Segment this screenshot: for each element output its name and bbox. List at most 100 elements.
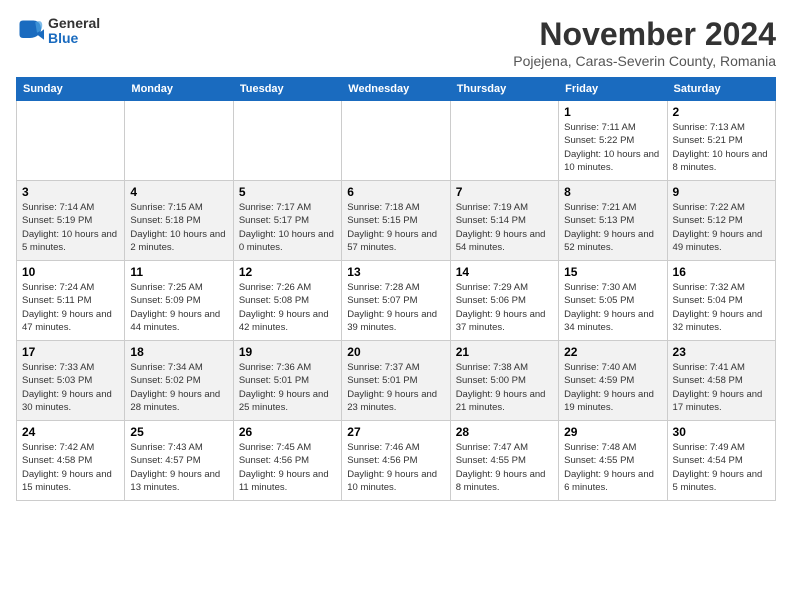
week-row-2: 3Sunrise: 7:14 AM Sunset: 5:19 PM Daylig… bbox=[17, 181, 776, 261]
day-number: 12 bbox=[239, 265, 336, 279]
day-info: Sunrise: 7:13 AM Sunset: 5:21 PM Dayligh… bbox=[673, 121, 770, 174]
day-number: 4 bbox=[130, 185, 227, 199]
header-day-friday: Friday bbox=[559, 78, 667, 101]
day-cell: 1Sunrise: 7:11 AM Sunset: 5:22 PM Daylig… bbox=[559, 101, 667, 181]
day-cell: 27Sunrise: 7:46 AM Sunset: 4:56 PM Dayli… bbox=[342, 421, 450, 501]
day-info: Sunrise: 7:36 AM Sunset: 5:01 PM Dayligh… bbox=[239, 361, 336, 414]
day-cell: 30 Sunrise: 7:49 AM Sunset: 4:54 PM Dayli… bbox=[667, 421, 775, 501]
title-area: November 2024 Pojejena, Caras-Severin Co… bbox=[513, 16, 776, 69]
day-info: Sunrise: 7:47 AM Sunset: 4:55 PM Dayligh… bbox=[456, 441, 553, 494]
day-number: 11 bbox=[130, 265, 227, 279]
day-number: 1 bbox=[564, 105, 661, 119]
day-cell: 15Sunrise: 7:30 AM Sunset: 5:05 PM Dayli… bbox=[559, 261, 667, 341]
header-day-tuesday: Tuesday bbox=[233, 78, 341, 101]
day-info: Sunrise: 7:28 AM Sunset: 5:07 PM Dayligh… bbox=[347, 281, 444, 334]
day-number: 26 bbox=[239, 425, 336, 439]
day-info: Sunrise: 7:21 AM Sunset: 5:13 PM Dayligh… bbox=[564, 201, 661, 254]
week-row-5: 24 Sunrise: 7:42 AM Sunset: 4:58 PM Dayli… bbox=[17, 421, 776, 501]
day-number: 9 bbox=[673, 185, 770, 199]
day-cell: 24 Sunrise: 7:42 AM Sunset: 4:58 PM Dayli… bbox=[17, 421, 125, 501]
location-subtitle: Pojejena, Caras-Severin County, Romania bbox=[513, 53, 776, 69]
week-row-3: 10 Sunrise: 7:24 AM Sunset: 5:11 PM Dayli… bbox=[17, 261, 776, 341]
header-day-monday: Monday bbox=[125, 78, 233, 101]
day-cell: 6 Sunrise: 7:18 AM Sunset: 5:15 PM Daylig… bbox=[342, 181, 450, 261]
day-info: Sunrise: 7:18 AM Sunset: 5:15 PM Dayligh… bbox=[347, 201, 444, 254]
day-number: 27 bbox=[347, 425, 444, 439]
header-day-wednesday: Wednesday bbox=[342, 78, 450, 101]
day-cell: 16 Sunrise: 7:32 AM Sunset: 5:04 PM Dayli… bbox=[667, 261, 775, 341]
day-number: 6 bbox=[347, 185, 444, 199]
day-number: 20 bbox=[347, 345, 444, 359]
day-cell: 29 Sunrise: 7:48 AM Sunset: 4:55 PM Dayli… bbox=[559, 421, 667, 501]
day-number: 29 bbox=[564, 425, 661, 439]
day-cell: 17Sunrise: 7:33 AM Sunset: 5:03 PM Dayli… bbox=[17, 341, 125, 421]
day-cell: 7 Sunrise: 7:19 AM Sunset: 5:14 PM Daylig… bbox=[450, 181, 558, 261]
day-info: Sunrise: 7:26 AM Sunset: 5:08 PM Dayligh… bbox=[239, 281, 336, 334]
day-info: Sunrise: 7:32 AM Sunset: 5:04 PM Dayligh… bbox=[673, 281, 770, 334]
day-cell: 20 Sunrise: 7:37 AM Sunset: 5:01 PM Dayli… bbox=[342, 341, 450, 421]
day-cell: 13 Sunrise: 7:28 AM Sunset: 5:07 PM Dayli… bbox=[342, 261, 450, 341]
day-number: 8 bbox=[564, 185, 661, 199]
day-number: 13 bbox=[347, 265, 444, 279]
week-row-1: 1Sunrise: 7:11 AM Sunset: 5:22 PM Daylig… bbox=[17, 101, 776, 181]
day-number: 5 bbox=[239, 185, 336, 199]
day-cell bbox=[342, 101, 450, 181]
day-number: 22 bbox=[564, 345, 661, 359]
day-cell: 8 Sunrise: 7:21 AM Sunset: 5:13 PM Daylig… bbox=[559, 181, 667, 261]
day-cell: 3Sunrise: 7:14 AM Sunset: 5:19 PM Daylig… bbox=[17, 181, 125, 261]
day-cell: 21Sunrise: 7:38 AM Sunset: 5:00 PM Dayli… bbox=[450, 341, 558, 421]
calendar-header: SundayMondayTuesdayWednesdayThursdayFrid… bbox=[17, 78, 776, 101]
day-number: 10 bbox=[22, 265, 119, 279]
calendar-table: SundayMondayTuesdayWednesdayThursdayFrid… bbox=[16, 77, 776, 501]
header-day-thursday: Thursday bbox=[450, 78, 558, 101]
day-info: Sunrise: 7:48 AM Sunset: 4:55 PM Dayligh… bbox=[564, 441, 661, 494]
day-info: Sunrise: 7:37 AM Sunset: 5:01 PM Dayligh… bbox=[347, 361, 444, 414]
logo: General Blue bbox=[16, 16, 100, 47]
day-info: Sunrise: 7:24 AM Sunset: 5:11 PM Dayligh… bbox=[22, 281, 119, 334]
day-info: Sunrise: 7:34 AM Sunset: 5:02 PM Dayligh… bbox=[130, 361, 227, 414]
day-cell: 5 Sunrise: 7:17 AM Sunset: 5:17 PM Daylig… bbox=[233, 181, 341, 261]
day-number: 16 bbox=[673, 265, 770, 279]
day-cell bbox=[233, 101, 341, 181]
day-number: 14 bbox=[456, 265, 553, 279]
day-number: 24 bbox=[22, 425, 119, 439]
day-cell: 19 Sunrise: 7:36 AM Sunset: 5:01 PM Dayli… bbox=[233, 341, 341, 421]
day-info: Sunrise: 7:45 AM Sunset: 4:56 PM Dayligh… bbox=[239, 441, 336, 494]
header: General Blue November 2024 Pojejena, Car… bbox=[16, 16, 776, 69]
logo-blue-text: Blue bbox=[48, 31, 100, 46]
day-cell: 9 Sunrise: 7:22 AM Sunset: 5:12 PM Daylig… bbox=[667, 181, 775, 261]
day-cell: 11 Sunrise: 7:25 AM Sunset: 5:09 PM Dayli… bbox=[125, 261, 233, 341]
day-cell: 10 Sunrise: 7:24 AM Sunset: 5:11 PM Dayli… bbox=[17, 261, 125, 341]
day-cell: 4 Sunrise: 7:15 AM Sunset: 5:18 PM Daylig… bbox=[125, 181, 233, 261]
day-cell: 2 Sunrise: 7:13 AM Sunset: 5:21 PM Daylig… bbox=[667, 101, 775, 181]
day-info: Sunrise: 7:42 AM Sunset: 4:58 PM Dayligh… bbox=[22, 441, 119, 494]
header-day-sunday: Sunday bbox=[17, 78, 125, 101]
month-title: November 2024 bbox=[513, 16, 776, 53]
day-number: 2 bbox=[673, 105, 770, 119]
day-number: 17 bbox=[22, 345, 119, 359]
day-cell bbox=[125, 101, 233, 181]
day-info: Sunrise: 7:17 AM Sunset: 5:17 PM Dayligh… bbox=[239, 201, 336, 254]
day-number: 28 bbox=[456, 425, 553, 439]
day-number: 19 bbox=[239, 345, 336, 359]
day-info: Sunrise: 7:15 AM Sunset: 5:18 PM Dayligh… bbox=[130, 201, 227, 254]
logo-general-text: General bbox=[48, 16, 100, 31]
day-info: Sunrise: 7:43 AM Sunset: 4:57 PM Dayligh… bbox=[130, 441, 227, 494]
week-row-4: 17Sunrise: 7:33 AM Sunset: 5:03 PM Dayli… bbox=[17, 341, 776, 421]
day-info: Sunrise: 7:49 AM Sunset: 4:54 PM Dayligh… bbox=[673, 441, 770, 494]
day-number: 18 bbox=[130, 345, 227, 359]
day-info: Sunrise: 7:19 AM Sunset: 5:14 PM Dayligh… bbox=[456, 201, 553, 254]
day-cell: 26 Sunrise: 7:45 AM Sunset: 4:56 PM Dayli… bbox=[233, 421, 341, 501]
day-number: 7 bbox=[456, 185, 553, 199]
day-cell bbox=[450, 101, 558, 181]
day-info: Sunrise: 7:40 AM Sunset: 4:59 PM Dayligh… bbox=[564, 361, 661, 414]
day-number: 30 bbox=[673, 425, 770, 439]
day-info: Sunrise: 7:38 AM Sunset: 5:00 PM Dayligh… bbox=[456, 361, 553, 414]
day-info: Sunrise: 7:30 AM Sunset: 5:05 PM Dayligh… bbox=[564, 281, 661, 334]
header-row: SundayMondayTuesdayWednesdayThursdayFrid… bbox=[17, 78, 776, 101]
day-info: Sunrise: 7:29 AM Sunset: 5:06 PM Dayligh… bbox=[456, 281, 553, 334]
day-info: Sunrise: 7:25 AM Sunset: 5:09 PM Dayligh… bbox=[130, 281, 227, 334]
day-cell: 14 Sunrise: 7:29 AM Sunset: 5:06 PM Dayli… bbox=[450, 261, 558, 341]
day-info: Sunrise: 7:41 AM Sunset: 4:58 PM Dayligh… bbox=[673, 361, 770, 414]
day-info: Sunrise: 7:22 AM Sunset: 5:12 PM Dayligh… bbox=[673, 201, 770, 254]
